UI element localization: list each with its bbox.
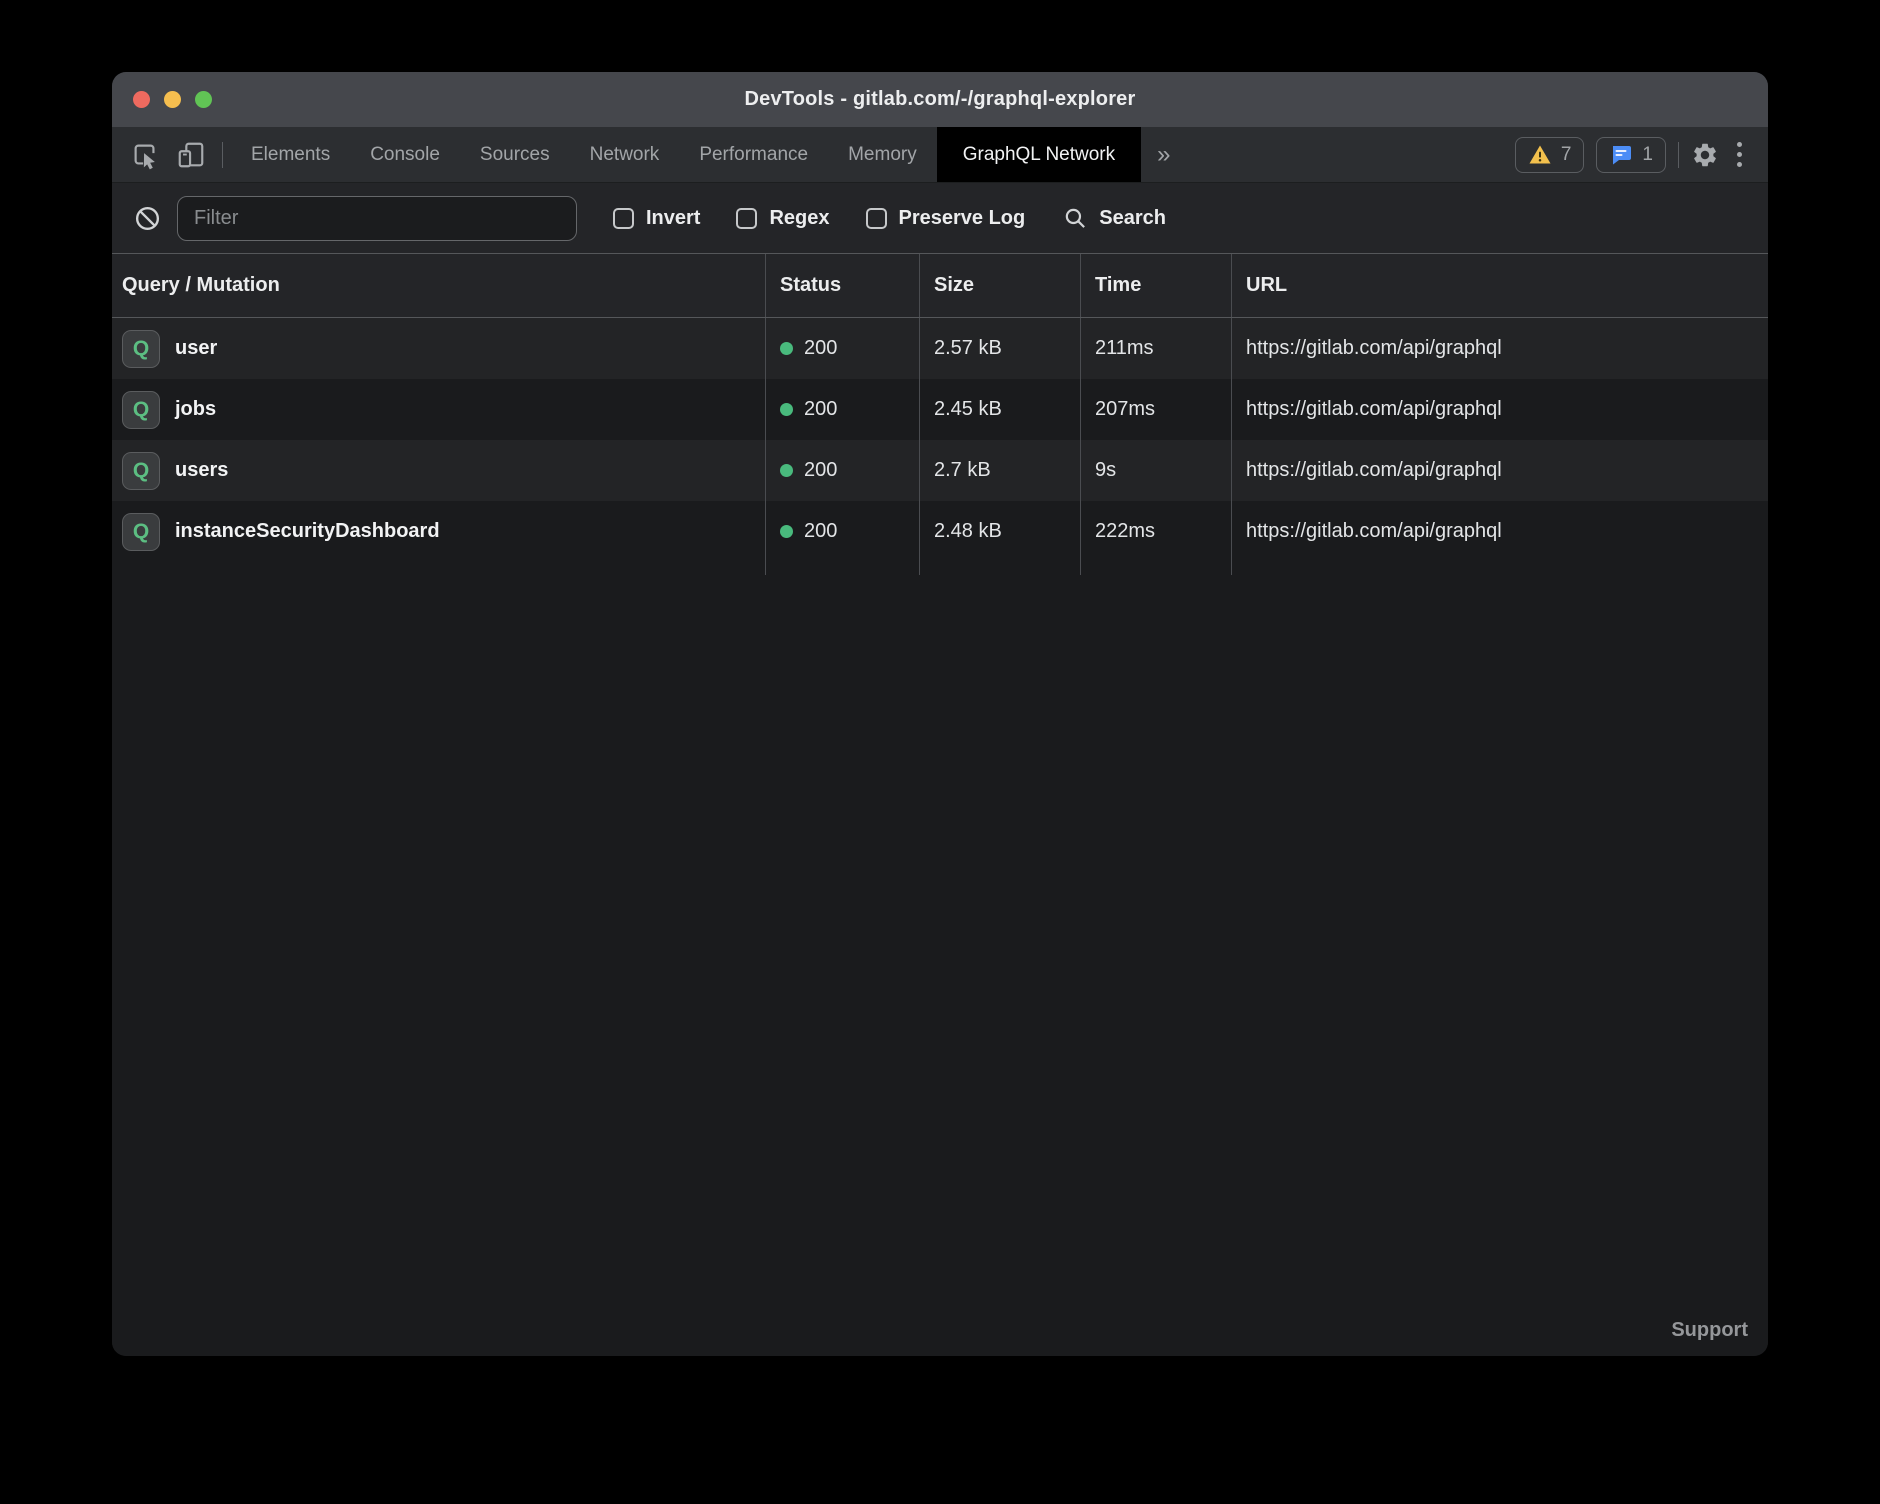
inspect-element-icon[interactable] xyxy=(130,140,160,170)
query-name: users xyxy=(175,459,228,482)
regex-checkbox[interactable] xyxy=(736,208,757,229)
status-code: 200 xyxy=(804,337,837,360)
table-row[interactable]: Q user 200 2.57 kB 211ms https://gitlab.… xyxy=(112,318,1768,379)
close-window-button[interactable] xyxy=(133,91,150,108)
query-type-badge: Q xyxy=(122,513,160,551)
preserve-log-checkbox[interactable] xyxy=(866,208,887,229)
filter-input[interactable] xyxy=(177,196,577,241)
toolbar-separator xyxy=(222,142,223,168)
tab-memory[interactable]: Memory xyxy=(828,127,937,182)
tab-graphql-network[interactable]: GraphQL Network xyxy=(937,127,1141,182)
request-url: https://gitlab.com/api/graphql xyxy=(1231,379,1768,440)
status-ok-dot xyxy=(780,525,793,538)
zoom-window-button[interactable] xyxy=(195,91,212,108)
filter-toolbar: Invert Regex Preserve Log Search xyxy=(112,183,1768,253)
devtools-tools xyxy=(112,127,222,182)
warning-triangle-icon xyxy=(1528,143,1552,167)
device-toolbar-icon[interactable] xyxy=(176,140,206,170)
more-options-icon[interactable] xyxy=(1731,142,1748,167)
panel-tabs: Elements Console Sources Network Perform… xyxy=(231,127,1141,182)
request-url: https://gitlab.com/api/graphql xyxy=(1231,440,1768,501)
status-ok-dot xyxy=(780,464,793,477)
panel-empty-area: Support xyxy=(112,575,1768,1356)
search-button[interactable]: Search xyxy=(1063,206,1166,231)
column-header-size[interactable]: Size xyxy=(919,254,1080,317)
support-link[interactable]: Support xyxy=(1671,1319,1748,1342)
tab-performance[interactable]: Performance xyxy=(679,127,828,182)
table-header: Query / Mutation Status Size Time URL xyxy=(112,253,1768,318)
settings-gear-icon[interactable] xyxy=(1691,141,1719,169)
preserve-log-checkbox-group[interactable]: Preserve Log xyxy=(866,207,1026,230)
table-body: Q user 200 2.57 kB 211ms https://gitlab.… xyxy=(112,318,1768,562)
desktop-background: DevTools - gitlab.com/-/graphql-explorer xyxy=(0,0,1880,1504)
invert-label: Invert xyxy=(646,207,700,230)
warnings-count: 7 xyxy=(1561,144,1572,166)
devtools-window: DevTools - gitlab.com/-/graphql-explorer xyxy=(112,72,1768,1356)
status-code: 200 xyxy=(804,459,837,482)
query-type-badge: Q xyxy=(122,330,160,368)
invert-checkbox-group[interactable]: Invert xyxy=(613,207,700,230)
regex-label: Regex xyxy=(769,207,829,230)
invert-checkbox[interactable] xyxy=(613,208,634,229)
response-size: 2.48 kB xyxy=(919,501,1080,562)
column-header-url[interactable]: URL xyxy=(1231,254,1768,317)
clear-block-icon[interactable] xyxy=(134,205,161,232)
request-url: https://gitlab.com/api/graphql xyxy=(1231,318,1768,379)
column-header-time[interactable]: Time xyxy=(1080,254,1231,317)
status-code: 200 xyxy=(804,398,837,421)
messages-badge[interactable]: 1 xyxy=(1596,137,1666,173)
traffic-lights xyxy=(133,72,212,127)
search-label: Search xyxy=(1099,207,1166,230)
query-name: instanceSecurityDashboard xyxy=(175,520,440,543)
status-ok-dot xyxy=(780,342,793,355)
status-ok-dot xyxy=(780,403,793,416)
response-time: 211ms xyxy=(1080,318,1231,379)
response-time: 207ms xyxy=(1080,379,1231,440)
query-type-badge: Q xyxy=(122,452,160,490)
warnings-badge[interactable]: 7 xyxy=(1515,137,1585,173)
badge-separator xyxy=(1678,142,1679,168)
window-title: DevTools - gitlab.com/-/graphql-explorer xyxy=(744,88,1135,111)
devtools-tabbar: Elements Console Sources Network Perform… xyxy=(112,127,1768,183)
request-url: https://gitlab.com/api/graphql xyxy=(1231,501,1768,562)
window-titlebar: DevTools - gitlab.com/-/graphql-explorer xyxy=(112,72,1768,127)
query-type-badge: Q xyxy=(122,391,160,429)
query-name: user xyxy=(175,337,217,360)
tab-sources[interactable]: Sources xyxy=(460,127,570,182)
table-row[interactable]: Q users 200 2.7 kB 9s https://gitlab.com… xyxy=(112,440,1768,501)
column-header-status[interactable]: Status xyxy=(765,254,919,317)
response-size: 2.57 kB xyxy=(919,318,1080,379)
query-name: jobs xyxy=(175,398,216,421)
tabbar-right-controls: 7 1 xyxy=(1515,127,1768,182)
response-size: 2.45 kB xyxy=(919,379,1080,440)
more-tabs-chevron-icon[interactable]: » xyxy=(1141,143,1186,167)
status-code: 200 xyxy=(804,520,837,543)
messages-count: 1 xyxy=(1642,144,1653,166)
preserve-log-label: Preserve Log xyxy=(899,207,1026,230)
tab-console[interactable]: Console xyxy=(350,127,460,182)
regex-checkbox-group[interactable]: Regex xyxy=(736,207,829,230)
column-header-query-mutation[interactable]: Query / Mutation xyxy=(112,254,765,317)
minimize-window-button[interactable] xyxy=(164,91,181,108)
message-bubble-icon xyxy=(1609,143,1633,167)
tab-elements[interactable]: Elements xyxy=(231,127,350,182)
table-row[interactable]: Q instanceSecurityDashboard 200 2.48 kB … xyxy=(112,501,1768,562)
response-size: 2.7 kB xyxy=(919,440,1080,501)
search-icon xyxy=(1063,206,1088,231)
tab-network[interactable]: Network xyxy=(570,127,680,182)
column-line-stubs xyxy=(112,562,1768,575)
response-time: 222ms xyxy=(1080,501,1231,562)
table-row[interactable]: Q jobs 200 2.45 kB 207ms https://gitlab.… xyxy=(112,379,1768,440)
response-time: 9s xyxy=(1080,440,1231,501)
